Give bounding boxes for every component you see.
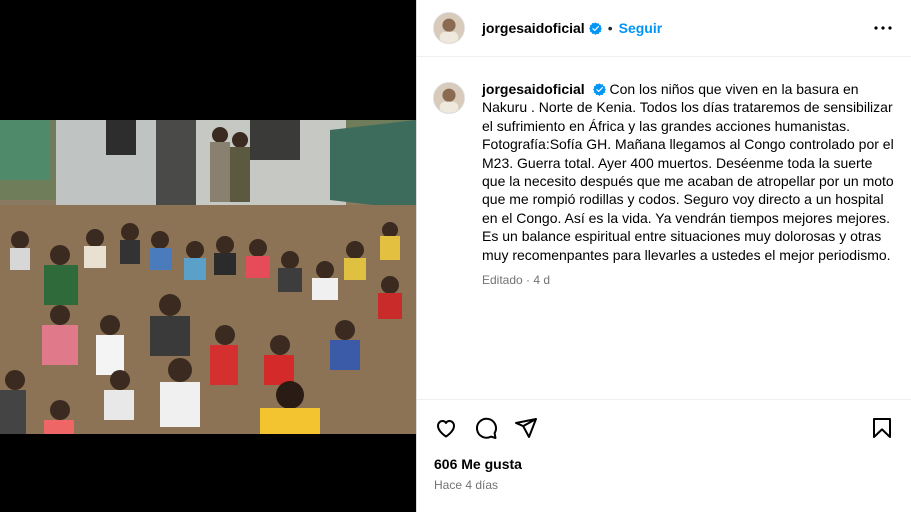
post-photo-illustration [0, 120, 416, 434]
author-avatar[interactable] [433, 12, 465, 44]
action-bar [433, 412, 895, 444]
follow-button[interactable]: Seguir [619, 20, 663, 36]
author-username[interactable]: jorgesaidoficial [482, 20, 585, 36]
caption-row: jorgesaidoficial Con los niños que viven… [433, 80, 895, 289]
bookmark-icon[interactable] [869, 415, 895, 441]
avatar-image [434, 83, 464, 113]
caption-section: jorgesaidoficial Con los niños que viven… [417, 58, 911, 400]
post-media-pane [0, 0, 416, 512]
comment-icon[interactable] [473, 415, 499, 441]
post-header: jorgesaidoficial • Seguir [417, 0, 911, 57]
caption-author-avatar[interactable] [433, 82, 465, 114]
caption-body: jorgesaidoficial Con los niños que viven… [482, 80, 895, 289]
caption-username[interactable]: jorgesaidoficial [482, 81, 585, 97]
caption-meta: Editado · 4 d [482, 273, 551, 288]
likes-count[interactable]: 606 Me gusta [434, 456, 522, 472]
post-details-panel: jorgesaidoficial • Seguir jorgesaidofici… [416, 0, 911, 512]
verified-badge-icon [592, 83, 606, 96]
more-options-icon[interactable] [871, 16, 895, 40]
caption-text: Con los niños que viven en la basura en … [482, 81, 894, 263]
header-separator: • [607, 20, 613, 36]
post-photo[interactable] [0, 120, 416, 434]
verified-badge-icon [588, 21, 602, 35]
avatar-image [434, 13, 464, 43]
paper-plane-icon[interactable] [513, 415, 539, 441]
post-timestamp[interactable]: Hace 4 días [434, 478, 498, 492]
heart-icon[interactable] [433, 415, 459, 441]
